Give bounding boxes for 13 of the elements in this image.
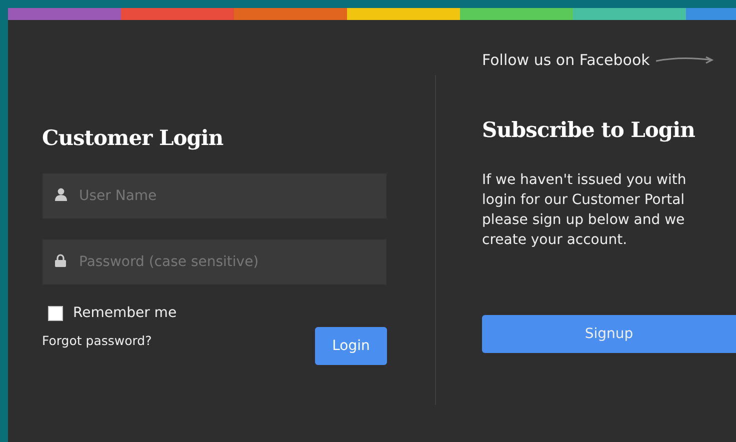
password-field[interactable]: Password (case sensitive) (42, 239, 387, 285)
username-field[interactable]: User Name (42, 173, 387, 219)
paragraph-line: login for our Customer Portal (482, 191, 686, 210)
follow-link[interactable]: Follow us on Facebook (482, 51, 650, 69)
subscribe-title: Subscribe to Login (482, 116, 696, 144)
remember-label: Remember me (73, 305, 177, 321)
paragraph-line: create your account. (482, 231, 628, 250)
paragraph-line: please sign up below and we (482, 211, 686, 230)
paragraph-line: If we haven't issued you with (482, 171, 688, 190)
remember-checkbox[interactable] (48, 306, 63, 320)
forgot-password-link[interactable]: Forgot password? (42, 333, 152, 348)
login-title: Customer Login (42, 124, 224, 152)
arrow-icon (656, 55, 714, 65)
